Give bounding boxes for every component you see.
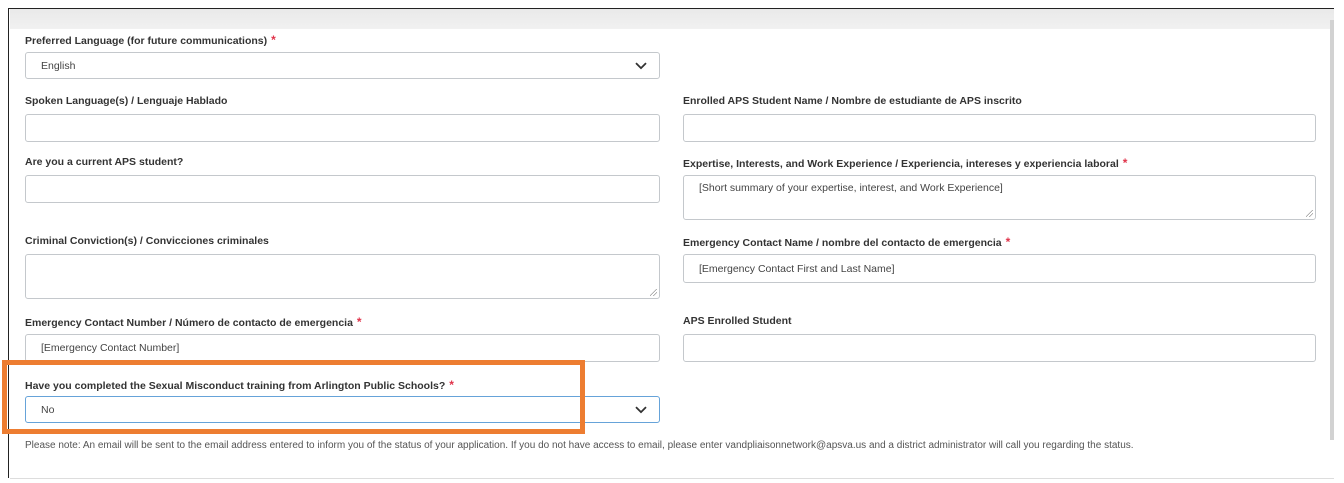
expertise-label: Expertise, Interests, and Work Experienc… [683,156,1128,170]
vertical-scrollbar[interactable] [1330,20,1334,440]
preferred-language-label: Preferred Language (for future communica… [25,33,276,47]
bottom-divider [10,478,1334,479]
expertise-placeholder: [Short summary of your expertise, intere… [699,182,1003,194]
preferred-language-select[interactable]: English [25,52,660,79]
resize-handle-icon[interactable] [1306,210,1313,217]
resize-handle-icon[interactable] [650,289,657,296]
enrolled-student-name-label: Enrolled APS Student Name / Nombre de es… [683,95,1022,107]
required-marker: * [1122,156,1128,170]
current-student-label: Are you a current APS student? [25,156,184,168]
spoken-language-input[interactable] [25,114,660,142]
top-bar [10,9,1334,29]
misconduct-training-select[interactable]: No [25,396,660,423]
status-note: Please note: An email will be sent to th… [25,440,1134,451]
chevron-down-icon [635,405,647,413]
emergency-contact-name-input[interactable]: [Emergency Contact First and Last Name] [683,254,1316,283]
required-marker: * [1005,235,1011,249]
misconduct-training-label: Have you completed the Sexual Misconduct… [25,378,454,392]
emergency-contact-number-label: Emergency Contact Number / Número de con… [25,315,362,329]
enrolled-student-name-input[interactable] [683,114,1316,142]
aps-enrolled-student-input[interactable] [683,334,1316,362]
criminal-convictions-textarea[interactable] [25,254,660,299]
emergency-contact-name-label: Emergency Contact Name / nombre del cont… [683,235,1011,249]
preferred-language-value: English [41,59,76,72]
chevron-down-icon [635,61,647,69]
expertise-textarea[interactable]: [Short summary of your expertise, intere… [683,175,1316,220]
misconduct-training-value: No [41,403,55,416]
aps-enrolled-student-label: APS Enrolled Student [683,315,792,327]
required-marker: * [271,33,276,47]
required-marker: * [449,378,454,392]
emergency-contact-number-placeholder: [Emergency Contact Number] [41,342,180,354]
required-marker: * [356,315,362,329]
criminal-convictions-label: Criminal Conviction(s) / Convicciones cr… [25,235,269,247]
spoken-language-label: Spoken Language(s) / Lenguaje Hablado [25,95,228,107]
current-student-input[interactable] [25,175,660,203]
emergency-contact-name-placeholder: [Emergency Contact First and Last Name] [699,262,895,275]
emergency-contact-number-input[interactable]: [Emergency Contact Number] [25,334,660,362]
